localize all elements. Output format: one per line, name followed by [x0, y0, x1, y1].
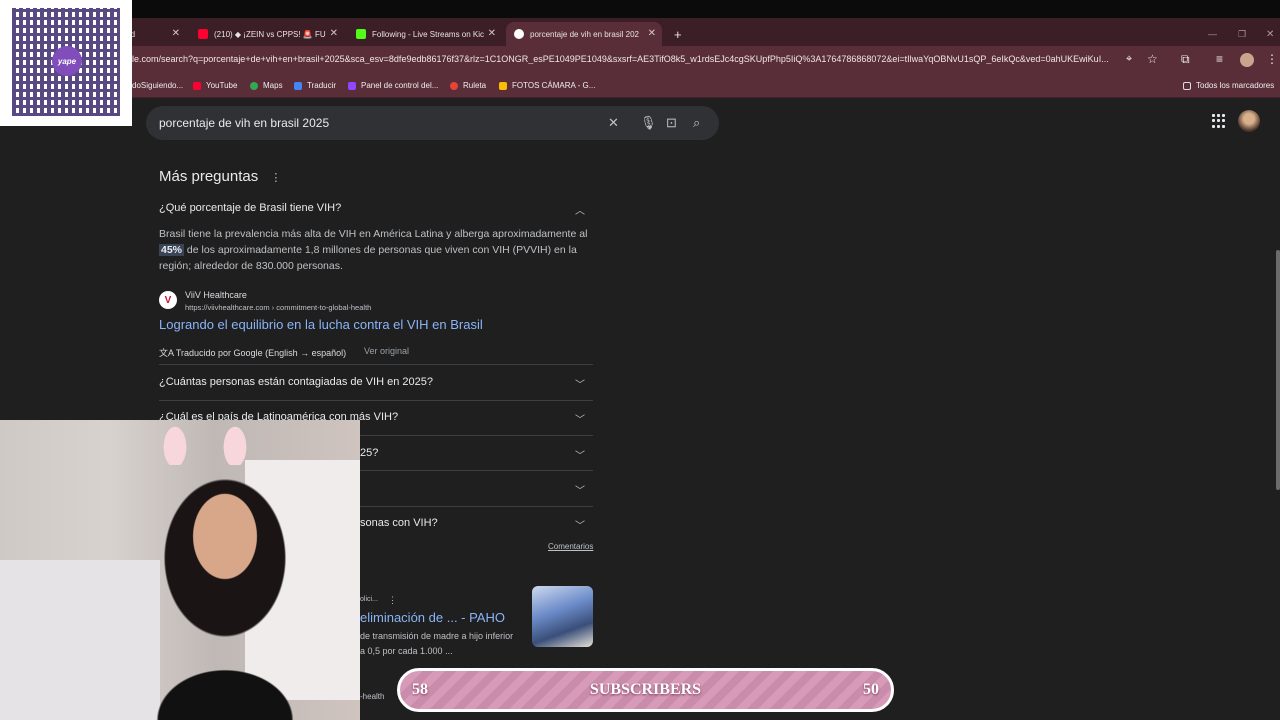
divider	[159, 364, 593, 365]
window-top-strip	[0, 0, 1280, 18]
media-icon[interactable]: ≡	[1216, 52, 1223, 66]
question-2[interactable]: ¿Cuántas personas están contagiadas de V…	[159, 376, 433, 388]
paho-result-link[interactable]: eliminación de ... - PAHO	[360, 610, 505, 625]
source-name[interactable]: ViiV Healthcare	[185, 290, 247, 300]
result-snippet: de transmisión de madre a hijo inferior	[360, 631, 514, 641]
folder-icon	[1183, 81, 1191, 90]
webcam-overlay	[0, 420, 360, 720]
chevron-up-icon[interactable]: ︿	[575, 202, 585, 217]
close-icon[interactable]: ✕	[172, 28, 180, 39]
url-field[interactable]: le.com/search?q=porcentaje+de+vih+en+bra…	[132, 54, 1122, 64]
location-icon[interactable]: ⌖	[1126, 53, 1132, 66]
close-icon[interactable]: ✕	[648, 28, 656, 39]
chevron-down-icon[interactable]: ﹀	[575, 411, 585, 426]
chevron-down-icon[interactable]: ﹀	[575, 447, 585, 462]
maps-icon	[250, 81, 258, 90]
more-questions-heading: Más preguntas ⋮	[159, 168, 282, 185]
chevron-down-icon[interactable]: ﹀	[575, 482, 585, 497]
bookmark-maps[interactable]: Maps	[250, 81, 283, 90]
bookmark-ruleta[interactable]: Ruleta	[450, 81, 486, 90]
window-close-icon[interactable]: ✕	[1258, 22, 1280, 46]
bunny-ears	[155, 420, 255, 465]
search-icon[interactable]: ⌕	[693, 115, 700, 131]
bookmark-fotos[interactable]: FOTOS CÁMARA - G...	[499, 81, 595, 90]
source-url[interactable]: https://viivhealthcare.com › commitment-…	[185, 303, 371, 312]
result-footer: -health	[360, 692, 385, 701]
clear-icon[interactable]: ✕	[608, 115, 619, 131]
search-query: porcentaje de vih en brasil 2025	[159, 116, 330, 130]
bookmark-panel[interactable]: Panel de control del...	[348, 81, 438, 90]
divider	[159, 400, 593, 401]
result-meta: olici...	[360, 596, 378, 603]
sub-count-right: 50	[863, 681, 879, 698]
streamer	[130, 450, 320, 720]
question-6[interactable]: sonas con VIH?	[360, 517, 438, 529]
view-original-link[interactable]: Ver original	[364, 346, 409, 356]
kick-icon	[356, 29, 366, 39]
youtube-icon	[198, 29, 208, 39]
question-1[interactable]: ¿Qué porcentaje de Brasil tiene VIH?	[159, 202, 341, 214]
translated-note: 文A Traducido por Google (English → españ…	[159, 348, 347, 358]
qr-pattern: yape	[12, 8, 120, 116]
close-icon[interactable]: ✕	[488, 28, 496, 39]
question-4[interactable]: 25?	[360, 447, 378, 459]
star-icon[interactable]: ☆	[1147, 52, 1158, 66]
google-icon	[514, 29, 524, 39]
more-menu-icon[interactable]: ⋮	[270, 172, 281, 184]
tab-label: (210) ◆ ¡ZEIN vs CPPS! 🚨 FU	[214, 29, 326, 39]
tab-label: Following - Live Streams on Kic	[372, 29, 484, 39]
minimize-icon[interactable]: —	[1200, 22, 1225, 46]
chevron-down-icon[interactable]: ﹀	[575, 376, 585, 391]
new-tab-button[interactable]: +	[666, 22, 690, 46]
highlight: 45%	[159, 244, 185, 256]
mic-icon[interactable]: 🎙	[640, 115, 657, 131]
sub-label: SUBSCRIBERS	[589, 681, 702, 698]
scrollbar[interactable]	[1276, 250, 1280, 490]
wheel-icon	[450, 81, 458, 90]
result-thumbnail[interactable]	[532, 586, 593, 647]
translate-icon: 文A	[159, 348, 176, 358]
yape-qr-code: yape	[0, 0, 132, 126]
lens-icon[interactable]: ⊡	[666, 115, 677, 131]
search-input[interactable]: porcentaje de vih en brasil 2025 ✕ 🎙 ⊡ ⌕	[146, 106, 719, 140]
answer-text: Brasil tiene la prevalencia más alta de …	[159, 228, 588, 272]
bookmarks-folder[interactable]: Todos los marcadores	[1183, 81, 1274, 90]
bookmark-item[interactable]: doSiguiendo...	[132, 81, 183, 90]
avatar[interactable]	[1238, 110, 1260, 132]
tab-active[interactable]: porcentaje de vih en brasil 202 ✕	[506, 22, 662, 46]
drive-icon	[499, 81, 507, 90]
result-snippet: a 0,5 por cada 1.000 ...	[360, 646, 453, 656]
apps-grid-icon[interactable]	[1212, 114, 1226, 128]
bookmark-youtube[interactable]: YouTube	[193, 81, 237, 90]
source-title-link[interactable]: Logrando el equilibrio en la lucha contr…	[159, 317, 483, 332]
yape-logo: yape	[52, 46, 82, 76]
comments-link[interactable]: Comentarios	[548, 542, 593, 551]
restore-icon[interactable]: ❐	[1230, 22, 1254, 46]
bookmark-translate[interactable]: Traducir	[294, 81, 336, 90]
subscriber-goal-bar: 58 SUBSCRIBERS 50	[397, 668, 894, 712]
chevron-down-icon[interactable]: ﹀	[575, 517, 585, 532]
address-bar: le.com/search?q=porcentaje+de+vih+en+bra…	[0, 46, 1280, 76]
result-menu-icon[interactable]: ⋮	[388, 595, 397, 606]
menu-icon[interactable]: ⋮	[1266, 52, 1278, 66]
viiv-logo-icon[interactable]: V	[159, 291, 177, 309]
tab-label: porcentaje de vih en brasil 202	[530, 29, 639, 39]
youtube-icon	[193, 81, 201, 90]
bookmarks-bar: doSiguiendo... YouTube Maps Traducir Pan…	[0, 76, 1280, 98]
close-icon[interactable]: ✕	[330, 28, 338, 39]
profile-avatar[interactable]	[1240, 53, 1254, 67]
tab-2[interactable]: (210) ◆ ¡ZEIN vs CPPS! 🚨 FU ✕	[190, 22, 344, 46]
tab-3[interactable]: Following - Live Streams on Kic ✕	[348, 22, 502, 46]
twitch-icon	[348, 81, 356, 90]
tab-bar: rd✕ (210) ◆ ¡ZEIN vs CPPS! 🚨 FU✕ Followi…	[0, 18, 1280, 46]
translate-icon	[294, 81, 302, 90]
extensions-icon[interactable]: ⧉	[1181, 52, 1190, 67]
sub-count-left: 58	[412, 681, 428, 698]
